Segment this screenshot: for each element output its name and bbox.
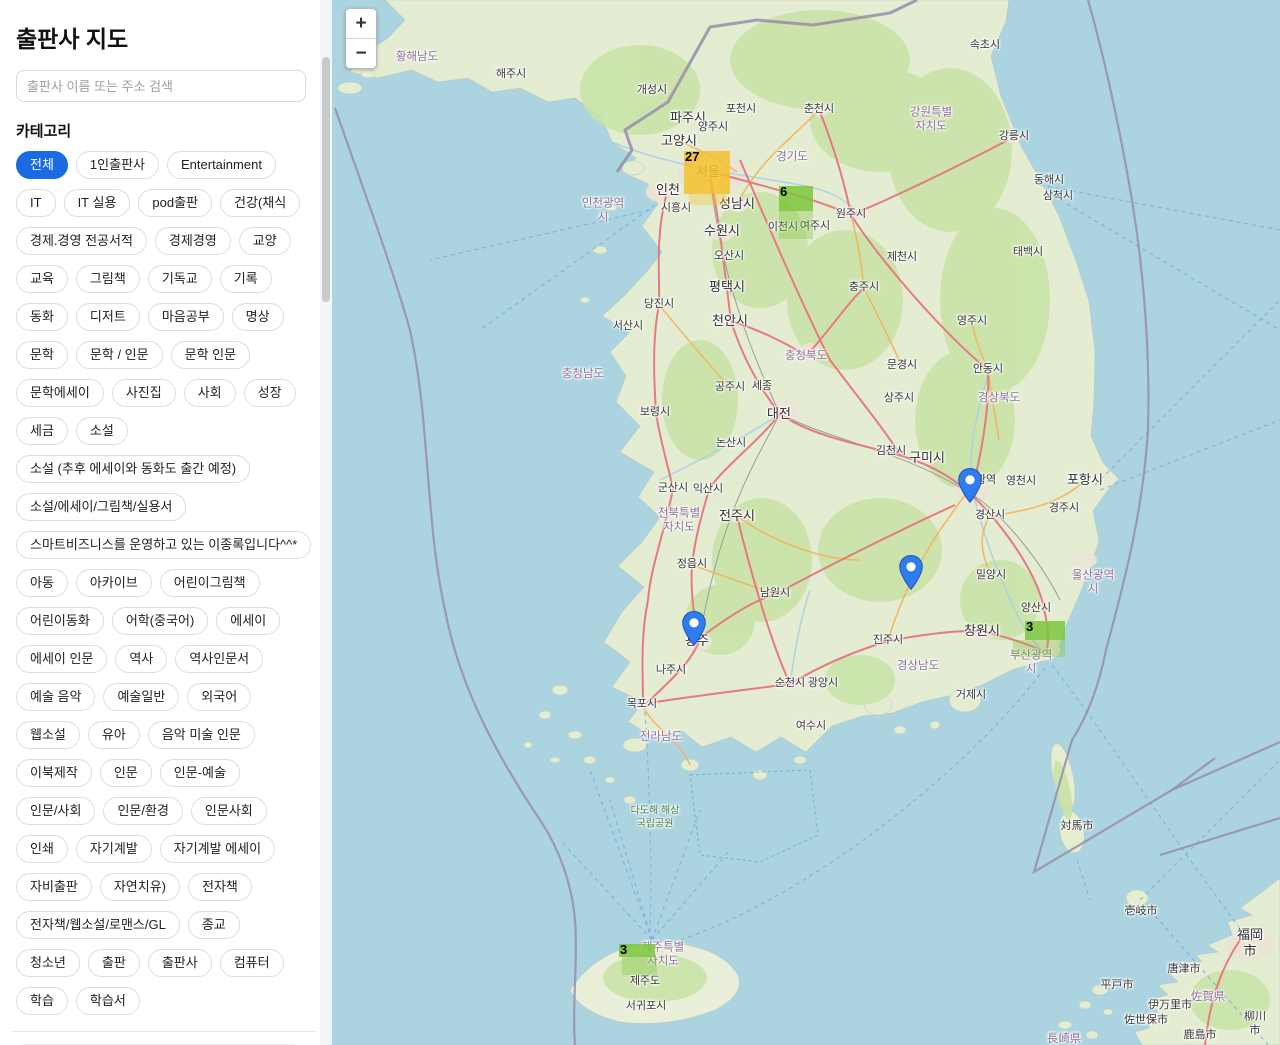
category-chip[interactable]: 어린이그림책 xyxy=(160,569,260,597)
category-chip[interactable]: 그림책 xyxy=(76,265,140,293)
category-chip[interactable]: 외국어 xyxy=(187,683,251,711)
category-chip[interactable]: 출판 xyxy=(88,949,140,977)
category-chip[interactable]: 인문사회 xyxy=(191,797,267,825)
category-chip[interactable]: 전체 xyxy=(16,151,68,179)
category-chip[interactable]: 예술일반 xyxy=(103,683,179,711)
category-section-label: 카테고리 xyxy=(16,120,306,141)
category-chip[interactable]: 전자책 xyxy=(188,873,252,901)
category-chip[interactable]: 기록 xyxy=(220,265,272,293)
category-chip[interactable]: 어린이동화 xyxy=(16,607,104,635)
category-chip-list: 전체 1인출판사 Entertainment IT IT 실용pod출판 건강(채식경제.… xyxy=(16,151,306,1015)
category-chip[interactable]: 세금 xyxy=(16,417,68,445)
category-chip[interactable]: 명상 xyxy=(232,303,284,331)
category-chip[interactable]: 경제경영 xyxy=(155,227,231,255)
category-chip[interactable]: 교육 xyxy=(16,265,68,293)
category-chip[interactable]: 출판사 xyxy=(148,949,212,977)
publisher-result-list: 토브북스기독교경기도 안산시 단원구 선부광장북로 67, 230동 301호동… xyxy=(16,1032,306,1045)
cluster-count: 3 xyxy=(1026,619,1033,634)
category-chip[interactable]: 1인출판사 xyxy=(76,151,159,179)
category-chip[interactable]: 아카이브 xyxy=(76,569,152,597)
publisher-pin[interactable] xyxy=(958,468,982,503)
sidebar-scrollbar-thumb[interactable] xyxy=(322,57,330,302)
category-chip[interactable]: 학습서 xyxy=(76,987,140,1015)
category-chip[interactable]: 스마트비즈니스를 운영하고 있는 이종록입니다^^* xyxy=(16,531,311,559)
publisher-map-sidebar: 출판사 지도 카테고리 전체 1인출판사 Entertainment IT IT 실용p… xyxy=(0,0,332,1045)
category-chip[interactable]: 컴퓨터 xyxy=(220,949,284,977)
category-chip[interactable]: 문학 인문 xyxy=(171,341,250,369)
category-chip[interactable]: 유아 xyxy=(88,721,140,749)
category-chip[interactable]: 자연치유) xyxy=(100,873,180,901)
category-chip[interactable]: 자기계발 xyxy=(76,835,152,863)
category-chip[interactable]: 경제.경영 전공서적 xyxy=(16,227,147,255)
category-chip[interactable]: 인문/환경 xyxy=(103,797,182,825)
publisher-pin[interactable] xyxy=(899,555,923,590)
category-chip[interactable]: IT xyxy=(16,189,56,217)
category-chip[interactable]: pod출판 xyxy=(138,189,212,217)
page-title: 출판사 지도 xyxy=(16,20,306,54)
category-chip[interactable]: 동화 xyxy=(16,303,68,331)
category-chip[interactable]: 소설/에세이/그림책/실용서 xyxy=(16,493,186,521)
sidebar-scrollbar-track[interactable] xyxy=(320,0,332,1045)
category-chip[interactable]: 마음공부 xyxy=(148,303,224,331)
category-chip[interactable]: 청소년 xyxy=(16,949,80,977)
category-chip[interactable]: 웹소설 xyxy=(16,721,80,749)
category-chip[interactable]: 사회 xyxy=(184,379,236,407)
zoom-in-button[interactable]: + xyxy=(346,9,376,38)
category-chip[interactable]: 인문/사회 xyxy=(16,797,95,825)
category-chip[interactable]: 사진집 xyxy=(112,379,176,407)
search-input[interactable] xyxy=(16,70,306,102)
category-chip[interactable]: IT 실용 xyxy=(64,189,131,217)
category-chip[interactable]: 역사인문서 xyxy=(175,645,263,673)
category-chip[interactable]: 예술 음악 xyxy=(16,683,95,711)
category-chip[interactable]: 종교 xyxy=(188,911,240,939)
category-chip[interactable]: 문학 / 인문 xyxy=(76,341,163,369)
category-chip[interactable]: 소설 (추후 에세이와 동화도 출간 예정) xyxy=(16,455,250,483)
category-chip[interactable]: 음악 미술 인문 xyxy=(148,721,255,749)
category-chip[interactable]: 자비출판 xyxy=(16,873,92,901)
category-chip[interactable]: 자기계발 에세이 xyxy=(160,835,275,863)
category-chip[interactable]: 학습 xyxy=(16,987,68,1015)
map-tiles xyxy=(332,0,1280,1045)
category-chip[interactable]: 이북제작 xyxy=(16,759,92,787)
zoom-out-button[interactable]: − xyxy=(346,38,376,68)
category-chip[interactable]: 인문-예술 xyxy=(160,759,240,787)
category-chip[interactable]: 아동 xyxy=(16,569,68,597)
category-chip[interactable]: 인쇄 xyxy=(16,835,68,863)
map-zoom-control: + − xyxy=(345,8,377,69)
category-chip[interactable]: 에세이 xyxy=(216,607,280,635)
category-chip[interactable]: 역사 xyxy=(115,645,167,673)
category-chip[interactable]: 어학(중국어) xyxy=(112,607,208,635)
category-chip[interactable]: 에세이 인문 xyxy=(16,645,107,673)
map-canvas[interactable]: 황해남도해주시개성시속초시파주시포천시양주시춘천시강원특별 자치도강릉시고양시경… xyxy=(332,0,1280,1045)
category-chip[interactable]: 건강(채식 xyxy=(220,189,300,217)
category-chip[interactable]: Entertainment xyxy=(167,151,276,179)
category-chip[interactable]: 소설 xyxy=(76,417,128,445)
category-chip[interactable]: 전자책/웹소설/로맨스/GL xyxy=(16,911,180,939)
category-chip[interactable]: 성장 xyxy=(244,379,296,407)
category-chip[interactable]: 문학 xyxy=(16,341,68,369)
category-chip[interactable]: 문학에세이 xyxy=(16,379,104,407)
cluster-count: 27 xyxy=(685,149,699,164)
category-chip[interactable]: 교양 xyxy=(239,227,291,255)
category-chip[interactable]: 디저트 xyxy=(76,303,140,331)
category-chip[interactable]: 인문 xyxy=(100,759,152,787)
cluster-count: 3 xyxy=(620,942,627,957)
category-chip[interactable]: 기독교 xyxy=(148,265,212,293)
cluster-count: 6 xyxy=(780,184,787,199)
publisher-pin[interactable] xyxy=(682,611,706,646)
